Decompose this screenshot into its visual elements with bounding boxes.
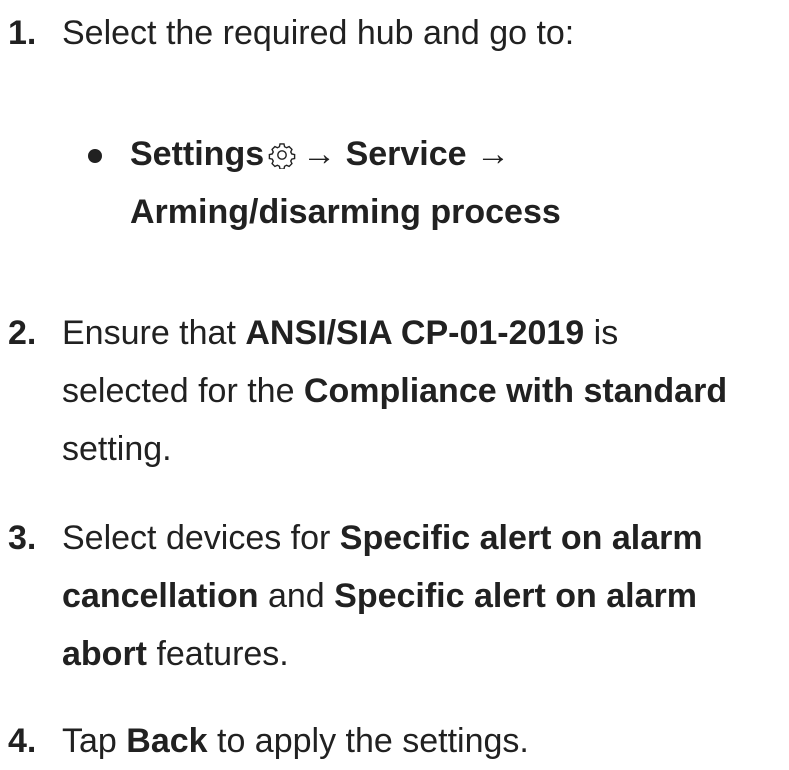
step-number: 1.: [8, 14, 37, 52]
step-text: Select devices for Specific alert on ala…: [62, 519, 703, 673]
bullet: [88, 149, 102, 163]
step-number: 4.: [8, 722, 37, 760]
step-number: 2.: [8, 314, 37, 352]
step-text: Select the required hub and go to:: [62, 14, 575, 52]
arrow: →: [476, 135, 511, 173]
arrow: →: [302, 135, 337, 173]
step-number: 3.: [8, 519, 37, 557]
settings-label: Settings: [130, 135, 265, 173]
service-label: Service: [345, 135, 467, 173]
step-text: Tap Back to apply the settings.: [62, 722, 529, 760]
arming-process-label: Arming/disarming process: [130, 193, 561, 231]
gear-icon: [268, 141, 296, 169]
step-text: Ensure that ANSI/SIA CP-01-2019 is selec…: [62, 314, 728, 468]
